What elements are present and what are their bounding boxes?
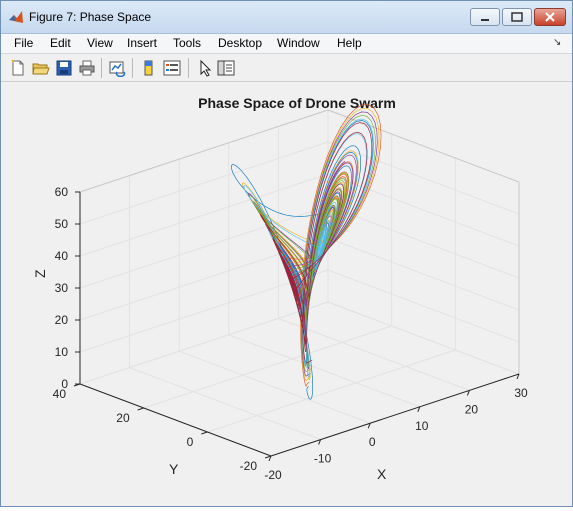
title-bar[interactable]: Figure 7: Phase Space [1,1,572,34]
save-icon[interactable] [55,59,73,77]
menu-tools[interactable]: Tools [173,36,201,50]
matlab-icon [9,11,23,23]
link-plot-icon[interactable] [108,59,126,77]
menu-desktop[interactable]: Desktop [218,36,262,50]
z-tick-label: 20 [55,313,69,327]
grid-line [327,269,520,343]
colorbar-icon[interactable] [140,59,158,77]
x-tick-label: 20 [465,402,479,416]
menu-view[interactable]: View [87,36,113,50]
y-tick-label: 0 [187,435,194,449]
trajectory-line [248,111,378,377]
maximize-button[interactable] [502,8,532,26]
dock-arrow-icon[interactable]: ↘ [553,37,561,48]
x-tick-label: 30 [514,386,528,400]
new-figure-icon[interactable] [9,59,27,77]
window-title: Figure 7: Phase Space [29,10,152,24]
x-tick-label: -10 [314,452,332,466]
box-edge [79,109,329,193]
menu-bar: File Edit View Insert Tools Desktop Wind… [1,34,572,54]
figure-window: Figure 7: Phase Space File Edit View Ins… [0,0,573,507]
z-tick-label: 60 [55,185,69,199]
menu-edit[interactable]: Edit [50,36,71,50]
minimize-icon [481,19,489,21]
grid-line [79,301,329,385]
z-tick-label: 30 [55,281,69,295]
y-tick-mark [201,431,208,435]
toolbar [1,54,572,82]
toolbar-separator [188,58,189,78]
y-axis-label: Y [169,461,179,477]
close-button[interactable] [534,8,566,26]
plot-area: Phase Space of Drone Swarm -20 -10 0 10 20 30… [1,82,572,506]
legend-icon[interactable] [163,59,181,77]
y-tick-label: -20 [240,459,258,473]
toolbar-separator [132,58,133,78]
z-tick-label: 10 [55,345,69,359]
grid-line [79,173,329,257]
tick-labels: -20-100102030-20020400102030405060 [53,185,528,482]
toolbar-separator [101,58,102,78]
grid-line [327,237,520,311]
menu-file[interactable]: File [14,36,33,50]
x-axis-line [270,373,520,457]
z-tick-label: 0 [61,377,68,391]
x-axis-label: X [377,466,387,482]
grid-line [327,205,520,279]
grid-line [143,325,392,409]
phase-space-axes[interactable]: Phase Space of Drone Swarm -20-100102030… [1,82,572,506]
z-tick-label: 50 [55,217,69,231]
close-icon [545,12,555,22]
property-inspector-icon[interactable] [217,59,235,77]
x-tick-label: 0 [369,435,376,449]
minimize-button[interactable] [470,8,500,26]
open-file-icon[interactable] [32,59,50,77]
z-tick-label: 40 [55,249,69,263]
menu-help[interactable]: Help [337,36,362,50]
y-tick-mark [137,407,144,411]
grid-line [79,141,329,225]
pointer-icon[interactable] [196,59,214,77]
x-tick-label: -20 [264,468,282,482]
z-axis-label: Z [32,269,48,278]
maximize-icon [511,12,523,22]
x-tick-label: 10 [415,419,429,433]
menu-window[interactable]: Window [277,36,320,50]
menu-insert[interactable]: Insert [127,36,157,50]
y-tick-label: 20 [116,411,130,425]
print-icon[interactable] [78,59,96,77]
